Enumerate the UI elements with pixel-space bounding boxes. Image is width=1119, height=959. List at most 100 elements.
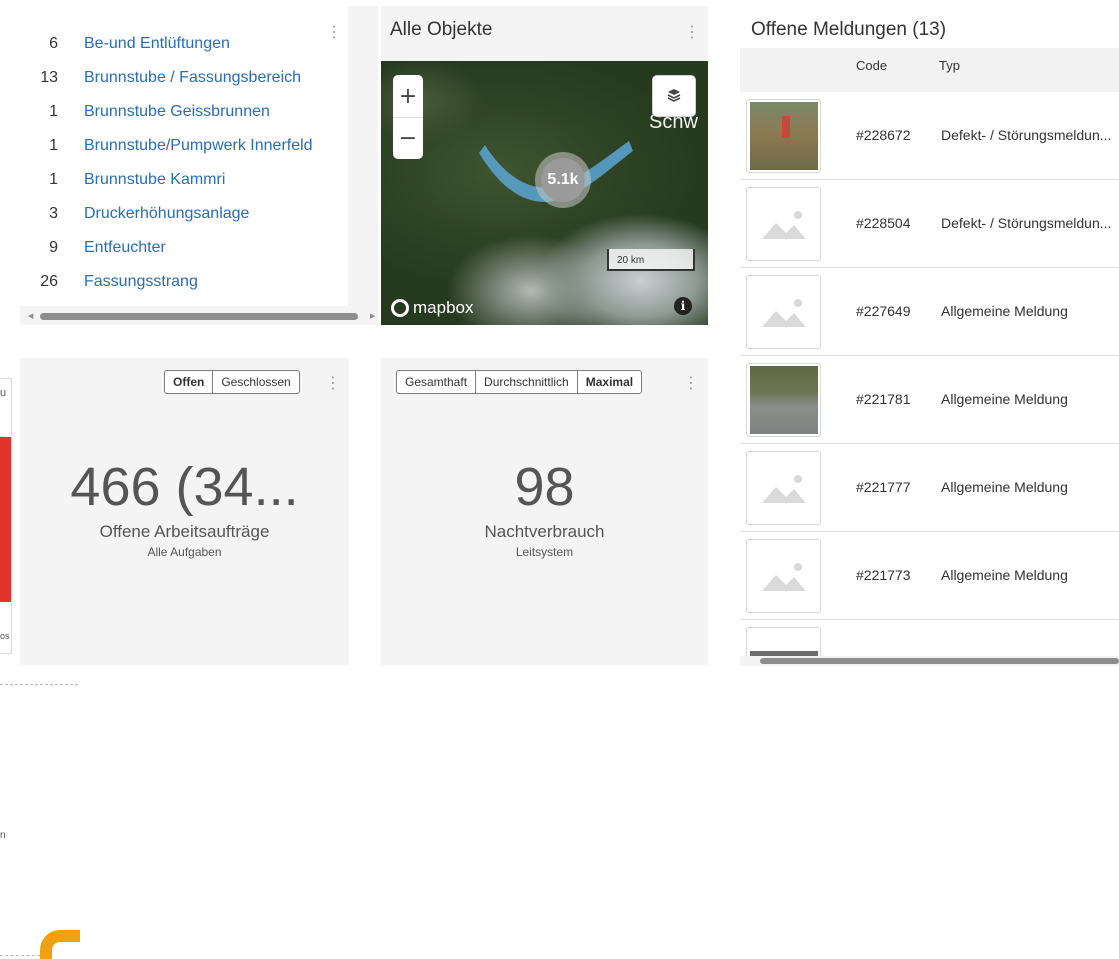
column-header-typ[interactable]: Typ: [939, 58, 960, 73]
kpi-sublabel: Alle Aufgaben: [147, 545, 222, 559]
object-count: 1: [49, 103, 58, 120]
info-icon[interactable]: i: [674, 297, 692, 315]
object-link[interactable]: Brunnstube/Pumpwerk Innerfeld: [84, 137, 313, 155]
message-code: #228504: [856, 215, 911, 231]
toggle-closed[interactable]: Geschlossen: [213, 371, 298, 393]
object-count: 3: [49, 205, 58, 222]
object-list-card: 6 Be-und Entlüftungen 13 Brunnstube / Fa…: [20, 6, 378, 325]
object-count: 26: [40, 273, 58, 290]
table-row[interactable]: #221777 Allgemeine Meldung: [740, 444, 1119, 532]
table-row[interactable]: [740, 620, 1119, 656]
object-count: 6: [49, 35, 58, 52]
partial-label: n: [0, 830, 6, 841]
toggle-average[interactable]: Durchschnittlich: [476, 371, 578, 393]
drop-zone-divider: [0, 955, 40, 956]
object-link[interactable]: Druckerhöhungsanlage: [84, 205, 249, 223]
scroll-left-icon[interactable]: ◀: [28, 312, 33, 320]
message-thumbnail[interactable]: [746, 627, 821, 656]
object-link[interactable]: Be-und Entlüftungen: [84, 35, 230, 53]
map-view[interactable]: Schw + − 5.1k 20 km mapbox i: [381, 61, 708, 325]
partial-widget: u os: [0, 378, 12, 654]
message-thumbnail[interactable]: [746, 187, 821, 261]
list-item[interactable]: 13 Brunnstube / Fassungsbereich: [20, 61, 380, 95]
list-item[interactable]: 1 Brunnstube/Pumpwerk Innerfeld: [20, 129, 380, 163]
cluster-count: 5.1k: [541, 158, 585, 202]
message-thumbnail[interactable]: [746, 363, 821, 437]
map-scale: 20 km: [607, 249, 695, 271]
list-item[interactable]: 1 Brunnstube Geissbrunnen: [20, 95, 380, 129]
aggregation-toggle: Gesamthaft Durchschnittlich Maximal: [396, 370, 643, 394]
map-card: Alle Objekte ⋮ Schw + − 5.1k 20 km mapbo…: [381, 6, 708, 325]
message-thumbnail[interactable]: [746, 451, 821, 525]
toggle-total[interactable]: Gesamthaft: [397, 371, 477, 393]
zoom-out-button[interactable]: −: [393, 117, 423, 159]
table-row[interactable]: #228504 Defekt- / Störungsmeldun...: [740, 180, 1119, 268]
list-item[interactable]: 1 Brunnstube Kammri: [20, 163, 380, 197]
horizontal-scrollbar[interactable]: ◀ ▶: [20, 307, 378, 325]
object-link[interactable]: Fassungsstrang: [84, 273, 198, 291]
zoom-in-button[interactable]: +: [393, 75, 423, 117]
more-options-icon[interactable]: ⋮: [325, 375, 341, 391]
scrollbar-thumb[interactable]: [40, 313, 358, 320]
messages-title: Offene Meldungen (13): [751, 19, 947, 40]
message-thumbnail[interactable]: [746, 275, 821, 349]
mapbox-logo[interactable]: mapbox: [391, 298, 473, 318]
status-toggle: Offen Geschlossen: [164, 370, 300, 394]
object-link[interactable]: Entfeuchter: [84, 239, 166, 257]
list-item[interactable]: 26 Fassungsstrang: [20, 265, 380, 299]
message-thumbnail[interactable]: [746, 99, 821, 173]
message-type: Allgemeine Meldung: [941, 567, 1068, 583]
horizontal-scrollbar[interactable]: [740, 656, 1119, 666]
message-type: Allgemeine Meldung: [941, 391, 1068, 407]
night-consumption-kpi-card: Gesamthaft Durchschnittlich Maximal ⋮ 98…: [381, 358, 708, 665]
kpi-label: Offene Arbeitsaufträge: [99, 522, 270, 541]
layers-button[interactable]: [652, 75, 696, 117]
kpi-value: 466 (34...: [70, 457, 299, 517]
kpi-value: 98: [514, 457, 575, 517]
work-orders-kpi-card: Offen Geschlossen ⋮ 466 (34... Offene Ar…: [20, 358, 349, 665]
table-row[interactable]: #227649 Allgemeine Meldung: [740, 268, 1119, 356]
kpi-sublabel: Leitsystem: [515, 545, 574, 559]
partial-orange-widget: [40, 930, 80, 959]
object-count: 13: [40, 69, 58, 86]
map-cluster-marker[interactable]: 5.1k: [535, 152, 591, 208]
more-options-icon[interactable]: ⋮: [326, 24, 342, 40]
list-item[interactable]: 9 Entfeuchter: [20, 231, 380, 265]
object-link[interactable]: Brunnstube Geissbrunnen: [84, 103, 270, 121]
table-row[interactable]: #228672 Defekt- / Störungsmeldun...: [740, 92, 1119, 180]
message-code: #227649: [856, 303, 911, 319]
object-count: 1: [49, 137, 58, 154]
image-placeholder-icon: [761, 475, 806, 503]
scrollbar-thumb[interactable]: [760, 658, 1119, 664]
message-type: Defekt- / Störungsmeldun...: [941, 127, 1112, 143]
object-list: 6 Be-und Entlüftungen 13 Brunnstube / Fa…: [20, 6, 348, 306]
message-code: #221777: [856, 479, 911, 495]
message-code: #221781: [856, 391, 911, 407]
table-row[interactable]: #221781 Allgemeine Meldung: [740, 356, 1119, 444]
kpi-label: Nachtverbrauch: [484, 522, 605, 541]
table-row[interactable]: #221773 Allgemeine Meldung: [740, 532, 1119, 620]
photo-image: [749, 102, 818, 170]
object-link[interactable]: Brunnstube / Fassungsbereich: [84, 69, 301, 87]
photo-image: [749, 366, 818, 434]
image-placeholder-icon: [761, 299, 806, 327]
mapbox-logo-text: mapbox: [413, 298, 474, 317]
layers-icon: [667, 87, 681, 106]
messages-card: Offene Meldungen (13) Code Typ #228672 D…: [740, 6, 1119, 666]
list-item[interactable]: 3 Druckerhöhungsanlage: [20, 197, 380, 231]
more-options-icon[interactable]: ⋮: [684, 24, 700, 40]
message-type: Allgemeine Meldung: [941, 479, 1068, 495]
drop-zone-divider: [0, 684, 78, 685]
mapbox-logo-icon: [391, 299, 409, 317]
toggle-maximum[interactable]: Maximal: [578, 371, 641, 393]
zoom-control: + −: [393, 75, 423, 159]
message-code: #228672: [856, 127, 911, 143]
more-options-icon[interactable]: ⋮: [683, 375, 699, 391]
message-thumbnail[interactable]: [746, 539, 821, 613]
toggle-open[interactable]: Offen: [165, 371, 214, 393]
image-placeholder-icon: [761, 211, 806, 239]
object-link[interactable]: Brunnstube Kammri: [84, 171, 225, 189]
map-title: Alle Objekte: [390, 19, 493, 40]
column-header-code[interactable]: Code: [856, 58, 887, 73]
scroll-right-icon[interactable]: ▶: [370, 312, 375, 320]
